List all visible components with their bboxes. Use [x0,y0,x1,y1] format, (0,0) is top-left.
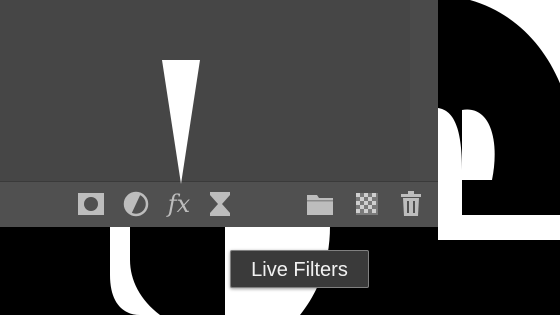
tooltip-text: Live Filters [251,259,348,281]
layers-panel: fx [0,0,438,227]
layers-scrollbar[interactable] [410,0,438,181]
layers-toolbar: fx [0,181,438,227]
mask-icon[interactable] [77,190,105,218]
pixel-layer-icon[interactable] [353,190,381,218]
layers-list[interactable] [0,0,410,181]
adjustment-icon[interactable] [122,190,150,218]
insertion-marker-icon [161,60,201,189]
group-folder-icon[interactable] [306,190,334,218]
fx-icon[interactable]: fx [165,190,193,218]
tooltip: Live Filters [230,250,369,288]
live-filters-icon[interactable] [206,190,234,218]
trash-icon[interactable] [397,190,425,218]
